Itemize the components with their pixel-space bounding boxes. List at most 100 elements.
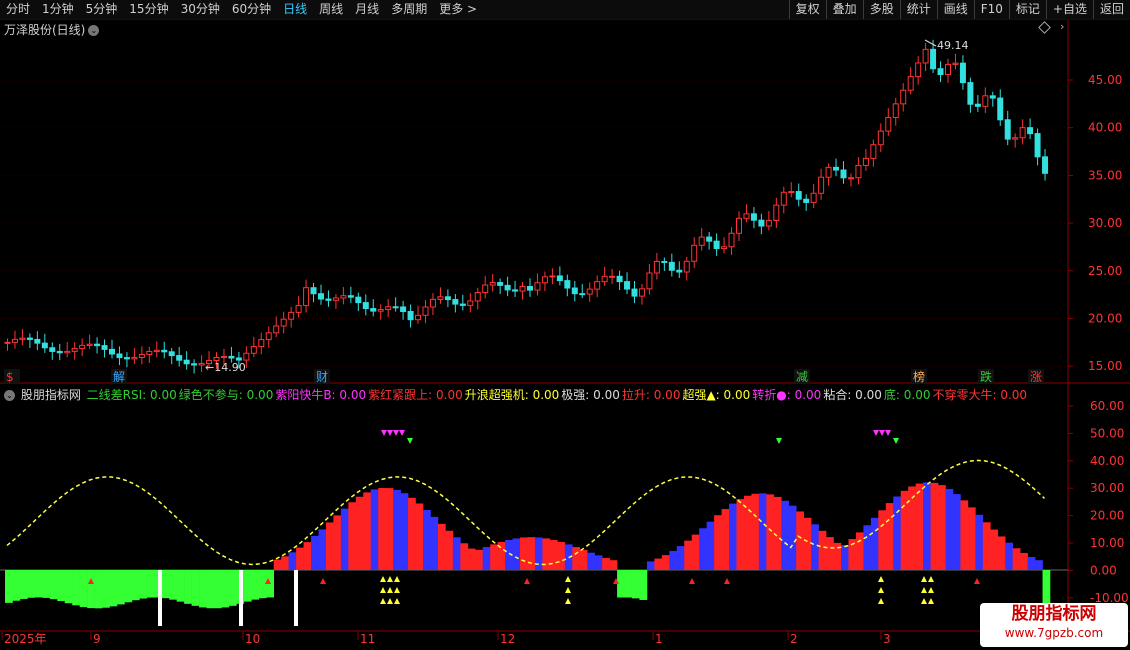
candle-body: [437, 296, 444, 300]
indicator-bar: [355, 496, 364, 570]
down-triangle-marker: [399, 430, 405, 436]
indicator-bar: [102, 570, 110, 608]
down-triangle-marker: [387, 430, 393, 436]
indicator-bar: [400, 493, 409, 570]
up-triangle-marker: [380, 598, 386, 604]
indicator-bar: [64, 570, 73, 604]
time-label: 9: [93, 632, 101, 646]
indicator-bar: [116, 570, 125, 605]
indicator-bar: [960, 500, 969, 570]
indicator-bar: [572, 547, 581, 570]
event-marker: 解: [113, 370, 125, 384]
candle-body: [347, 295, 354, 298]
candle-body: [56, 350, 63, 354]
indicator-bar: [646, 561, 655, 570]
candle-body: [922, 48, 929, 64]
indicator-axis-label: 10.00: [1090, 536, 1124, 550]
indicator-values: 二线差RSI: 0.00 绿色不参与: 0.00 紫阳快牛B: 0.00 紫红紧跟上:…: [87, 388, 1029, 402]
candle-body: [71, 347, 78, 352]
indicator-bar: [94, 570, 103, 609]
indicator-bar: [908, 486, 916, 570]
indicator-bar: [348, 502, 357, 570]
up-triangle-marker: [921, 576, 927, 582]
candle-body: [385, 306, 392, 311]
candle-body: [527, 286, 533, 291]
candle-body: [616, 275, 623, 283]
time-label: 10: [245, 632, 260, 646]
indicator-bar: [169, 570, 177, 600]
indicator-bar: [967, 507, 976, 570]
candle-body: [183, 359, 190, 365]
indicator-bar: [885, 503, 894, 570]
time-label: 11: [360, 632, 375, 646]
indicator-bar: [893, 496, 902, 570]
down-triangle-marker: [885, 430, 891, 436]
kline-chart[interactable]: 45.0040.0035.0030.0025.0020.0015.0060.00…: [0, 0, 1130, 650]
indicator-bar: [5, 570, 13, 603]
indicator-header: ⌄ 股朋指标网 二线差RSI: 0.00 绿色不参与: 0.00 紫阳快牛B: 0.…: [4, 386, 1031, 402]
up-triangle-marker: [878, 576, 884, 582]
indicator-value-3: 紫红紧跟上: 0.00: [368, 388, 463, 402]
indicator-bar: [982, 522, 991, 570]
red-triangle-marker: [524, 578, 530, 584]
indicator-bar: [393, 489, 401, 570]
candle-body: [855, 164, 862, 179]
watermark: 股朋指标网 www.7gpzb.com: [980, 603, 1128, 647]
candle-body: [243, 352, 250, 361]
down-triangle-marker: [381, 430, 387, 436]
event-marker: 财: [316, 370, 328, 384]
candle-body: [303, 287, 310, 307]
indicator-bar: [938, 485, 946, 570]
candle-body: [847, 177, 854, 180]
up-triangle-marker: [380, 576, 386, 582]
candle-body: [758, 219, 765, 227]
indicator-menu-icon[interactable]: ⌄: [4, 390, 15, 401]
indicator-bar: [27, 570, 36, 598]
indicator-bar: [721, 509, 730, 570]
indicator-bar: [841, 544, 849, 570]
candle-body: [698, 236, 705, 246]
high-pointer: [924, 39, 937, 47]
candle-body: [392, 306, 399, 309]
indicator-bar: [490, 544, 498, 570]
red-triangle-marker: [724, 578, 730, 584]
candle-body: [250, 345, 257, 354]
candle-body: [123, 357, 130, 360]
indicator-bar: [131, 570, 140, 601]
indicator-bar: [340, 508, 349, 570]
indicator-bar: [49, 570, 58, 600]
up-triangle-marker: [565, 587, 571, 593]
up-triangle-marker: [380, 587, 386, 593]
indicator-bar: [176, 570, 185, 602]
candle-body: [19, 337, 26, 340]
candle-body: [609, 275, 616, 278]
up-triangle-marker: [394, 576, 400, 582]
candle-body: [765, 219, 772, 227]
candle-body: [340, 295, 347, 299]
up-triangle-marker: [928, 587, 934, 593]
candle-body: [377, 309, 384, 312]
indicator-bar: [206, 570, 215, 609]
indicator-value-11: 不穿零大牛: 0.00: [932, 388, 1028, 402]
up-triangle-marker: [387, 576, 393, 582]
candle-body: [295, 305, 302, 313]
candle-body: [683, 260, 690, 273]
down-triangle-marker: [393, 430, 399, 436]
candle-body: [288, 311, 295, 320]
indicator-bar: [288, 552, 297, 570]
candle-body: [594, 281, 601, 290]
down-triangle-marker: [776, 438, 782, 444]
indicator-axis-label: 60.00: [1090, 399, 1124, 413]
indicator-bar: [766, 494, 775, 570]
indicator-bar: [161, 570, 170, 599]
indicator-bar: [1042, 570, 1051, 608]
candle-body: [989, 95, 996, 99]
candle-body: [34, 338, 41, 344]
indicator-bar: [109, 570, 118, 607]
candle-body: [153, 349, 160, 352]
indicator-bar: [72, 570, 80, 606]
indicator-bar: [803, 517, 812, 570]
indicator-value-2: 紫阳快牛B: 0.00: [275, 388, 367, 402]
candle-body: [467, 300, 474, 306]
indicator-bar: [669, 550, 678, 570]
